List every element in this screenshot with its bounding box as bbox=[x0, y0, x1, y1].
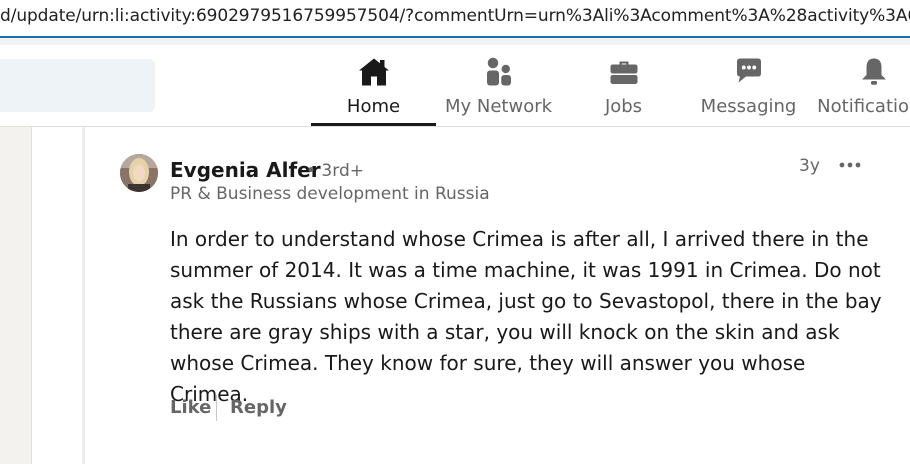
search-input[interactable] bbox=[0, 59, 155, 112]
author-name[interactable]: Evgenia Alfer bbox=[170, 158, 321, 182]
nav-label-messaging: Messaging bbox=[700, 96, 797, 117]
author-headline: PR & Business development in Russia bbox=[170, 184, 490, 204]
author-avatar[interactable] bbox=[120, 154, 158, 192]
nav-label-jobs: Jobs bbox=[604, 96, 643, 117]
thread-line bbox=[82, 127, 85, 464]
nav-item-notifications[interactable]: Notifications bbox=[811, 40, 910, 126]
bell-icon bbox=[861, 58, 886, 85]
comment-text: In order to understand whose Crimea is a… bbox=[170, 227, 882, 406]
more-options-icon[interactable] bbox=[836, 151, 864, 179]
like-button[interactable]: Like bbox=[170, 397, 211, 418]
nav-label-home: Home bbox=[346, 96, 401, 117]
avatar-photo-icon bbox=[120, 154, 158, 192]
nav-item-messaging[interactable]: Messaging bbox=[686, 40, 811, 126]
active-underline bbox=[311, 123, 436, 126]
reply-button[interactable]: Reply bbox=[230, 397, 287, 418]
nav-item-home[interactable]: Home bbox=[311, 40, 436, 126]
nav-item-jobs[interactable]: Jobs bbox=[561, 40, 686, 126]
comment-timestamp: 3y bbox=[799, 156, 820, 176]
connection-degree: • 3rd+ bbox=[306, 161, 364, 181]
action-divider bbox=[216, 395, 217, 421]
network-icon bbox=[486, 57, 511, 86]
nav-label-my-network: My Network bbox=[444, 96, 553, 117]
nav-item-my-network[interactable]: My Network bbox=[436, 40, 561, 126]
url-text[interactable]: d/update/urn:li:activity:690297951675995… bbox=[0, 6, 910, 26]
home-icon bbox=[358, 58, 389, 86]
global-nav: Home My Network Jobs Messaging Notificat… bbox=[0, 40, 910, 127]
address-bar[interactable]: d/update/urn:li:activity:690297951675995… bbox=[0, 0, 910, 38]
nav-label-notifications: Notifications bbox=[817, 96, 910, 117]
messaging-icon bbox=[736, 58, 761, 83]
briefcase-icon bbox=[610, 61, 637, 84]
